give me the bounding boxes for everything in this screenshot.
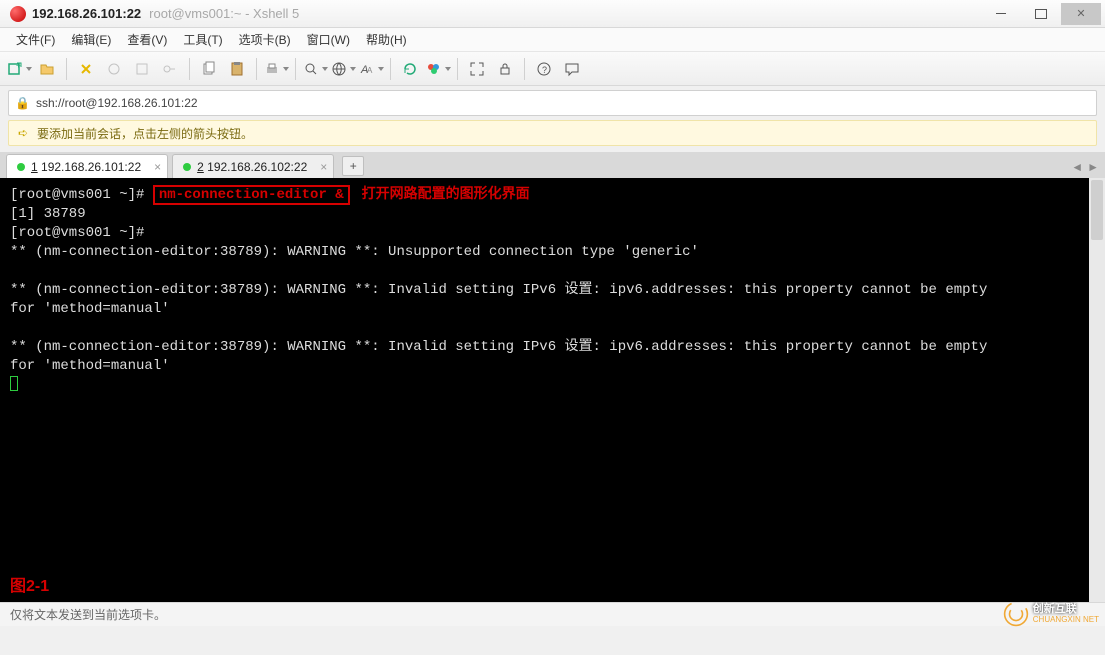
toolbar-separator [66, 58, 67, 80]
watermark: 创新互联 CHUANGXIN NET [1003, 601, 1099, 627]
close-tab-icon[interactable]: × [154, 160, 161, 174]
app-icon [10, 6, 26, 22]
hint-text: 要添加当前会话，点击左侧的箭头按钮。 [37, 125, 253, 142]
menu-file[interactable]: 文件(F) [8, 28, 63, 51]
terminal-cursor [10, 376, 18, 391]
hint-arrow-icon[interactable]: ➪ [15, 126, 31, 140]
prompt: [root@vms001 ~]# [10, 187, 153, 203]
scrollbar-thumb[interactable] [1091, 180, 1103, 240]
hint-bar: ➪ 要添加当前会话，点击左侧的箭头按钮。 [8, 120, 1097, 146]
tab1-label: 192.168.26.101:22 [38, 160, 141, 174]
disconnect-button[interactable] [101, 57, 127, 81]
session-tab-bar: 1 192.168.26.101:22 × 2 192.168.26.102:2… [0, 152, 1105, 178]
terminal-line: ** (nm-connection-editor:38789): WARNING… [10, 282, 987, 298]
window-close-button[interactable] [1061, 3, 1101, 25]
tab2-label: 192.168.26.102:22 [204, 160, 307, 174]
color-scheme-button[interactable] [425, 57, 451, 81]
status-dot-icon [183, 163, 191, 171]
svg-text:A: A [367, 66, 373, 75]
terminal-line: for 'method=manual' [10, 301, 170, 317]
window-title-sub: root@vms001:~ - Xshell 5 [149, 6, 299, 21]
status-bar: 仅将文本发送到当前选项卡。 [0, 602, 1105, 626]
figure-label: 图2-1 [10, 577, 49, 596]
tab1-prefix: 1 [31, 160, 38, 174]
feedback-button[interactable] [559, 57, 585, 81]
watermark-sub: CHUANGXIN NET [1033, 615, 1099, 624]
terminal-scrollbar[interactable] [1089, 178, 1105, 602]
toolbar-separator [457, 58, 458, 80]
titlebar: 192.168.26.101:22 root@vms001:~ - Xshell… [0, 0, 1105, 28]
svg-text:+: + [16, 61, 21, 70]
menu-edit[interactable]: 编辑(E) [63, 28, 119, 51]
watermark-brand: 创新互联 [1033, 604, 1099, 615]
address-bar[interactable]: 🔒 ssh://root@192.168.26.101:22 [8, 90, 1097, 116]
tab-nav-left-icon[interactable]: ◄ [1071, 160, 1083, 174]
toolbar: + AA ? [0, 52, 1105, 86]
menu-tabs[interactable]: 选项卡(B) [231, 28, 299, 51]
open-session-button[interactable] [34, 57, 60, 81]
encoding-button[interactable] [330, 57, 356, 81]
menu-tools[interactable]: 工具(T) [175, 28, 230, 51]
terminal-line: [1] 38789 [10, 206, 86, 222]
toolbar-separator [524, 58, 525, 80]
fullscreen-button[interactable] [464, 57, 490, 81]
toolbar-separator [295, 58, 296, 80]
key-button[interactable] [157, 57, 183, 81]
tab-nav-right-icon[interactable]: ► [1087, 160, 1099, 174]
terminal-line: [root@vms001 ~]# [10, 225, 153, 241]
toolbar-separator [256, 58, 257, 80]
font-button[interactable]: AA [358, 57, 384, 81]
session-tab-2[interactable]: 2 192.168.26.102:22 × [172, 154, 334, 178]
menu-window[interactable]: 窗口(W) [299, 28, 358, 51]
terminal-line: ** (nm-connection-editor:38789): WARNING… [10, 244, 699, 260]
watermark-logo-icon [1003, 601, 1029, 627]
highlighted-command: nm-connection-editor & [153, 185, 350, 205]
reconnect-button[interactable] [73, 57, 99, 81]
status-dot-icon [17, 163, 25, 171]
find-button[interactable] [302, 57, 328, 81]
tab2-prefix: 2 [197, 160, 204, 174]
lock-button[interactable] [492, 57, 518, 81]
paste-button[interactable] [224, 57, 250, 81]
lock-icon: 🔒 [15, 96, 30, 110]
menu-help[interactable]: 帮助(H) [358, 28, 415, 51]
terminal-output[interactable]: [root@vms001 ~]# nm-connection-editor & 打… [0, 178, 1105, 602]
window-maximize-button[interactable] [1021, 3, 1061, 25]
toolbar-separator [390, 58, 391, 80]
terminal-line: for 'method=manual' [10, 358, 170, 374]
close-tab-icon[interactable]: × [320, 160, 327, 174]
menubar: 文件(F) 编辑(E) 查看(V) 工具(T) 选项卡(B) 窗口(W) 帮助(… [0, 28, 1105, 52]
session-tab-1[interactable]: 1 192.168.26.101:22 × [6, 154, 168, 178]
help-button[interactable]: ? [531, 57, 557, 81]
annotation-text: 打开网路配置的图形化界面 [362, 185, 530, 201]
add-tab-button[interactable]: + [342, 156, 364, 176]
menu-view[interactable]: 查看(V) [119, 28, 175, 51]
refresh-button[interactable] [397, 57, 423, 81]
terminal-line: ** (nm-connection-editor:38789): WARNING… [10, 339, 987, 355]
address-url: ssh://root@192.168.26.101:22 [36, 96, 198, 110]
window-minimize-button[interactable] [981, 3, 1021, 25]
status-text: 仅将文本发送到当前选项卡。 [10, 606, 166, 623]
svg-text:?: ? [542, 65, 547, 75]
window-title-main: 192.168.26.101:22 [32, 6, 141, 21]
properties-button[interactable] [129, 57, 155, 81]
print-button[interactable] [263, 57, 289, 81]
toolbar-separator [189, 58, 190, 80]
new-session-button[interactable]: + [6, 57, 32, 81]
copy-button[interactable] [196, 57, 222, 81]
